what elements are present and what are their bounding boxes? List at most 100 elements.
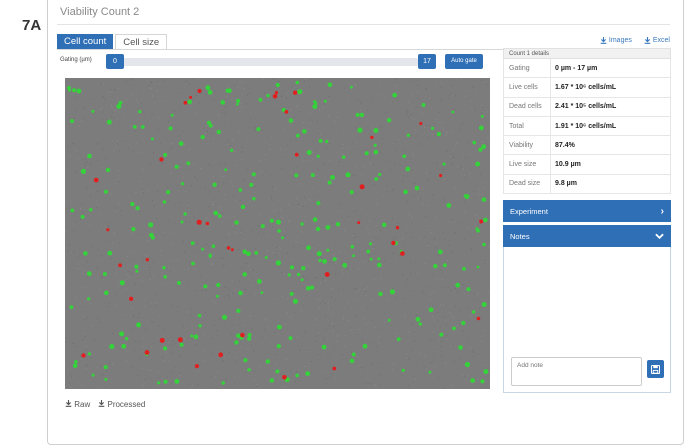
background-speckle [336,258,338,259]
live-cell-marker [316,251,322,257]
background-speckle [199,103,201,105]
gating-min-handle[interactable]: 0 [106,54,124,69]
background-speckle [161,272,163,274]
live-cell-marker [312,217,318,222]
gating-slider-track[interactable] [108,58,418,66]
live-cell-marker [190,241,195,246]
live-cell-marker [269,218,274,223]
background-speckle [183,144,185,146]
live-cell-marker [306,286,311,291]
background-speckle [359,365,361,367]
background-speckle [456,142,458,144]
background-speckle [419,352,420,354]
background-speckle [188,83,190,85]
background-speckle [374,226,376,228]
background-speckle [210,352,212,354]
raw-download-link[interactable]: Raw [65,400,90,409]
background-speckle [367,178,369,180]
background-speckle [341,268,343,270]
background-speckle [182,240,184,242]
live-cell-marker [446,203,452,208]
tab-cell-size[interactable]: Cell size [115,34,168,50]
background-speckle [190,308,192,310]
background-speckle [445,319,447,321]
gating-max-handle[interactable]: 17 [418,54,436,69]
live-cell-marker [350,85,353,89]
background-speckle [461,374,463,376]
background-speckle [295,388,297,389]
background-speckle [107,119,108,121]
background-speckle [87,167,89,169]
background-speckle [286,97,287,99]
background-speckle [459,125,461,127]
background-speckle [302,122,304,123]
live-cell-marker [216,129,221,135]
background-speckle [214,91,216,93]
background-speckle [159,315,161,317]
background-speckle [268,144,270,146]
experiment-accordion[interactable]: Experiment › [503,200,671,223]
tab-cell-count[interactable]: Cell count [57,34,114,50]
live-cell-marker [415,316,421,322]
background-speckle [79,356,81,358]
background-speckle [284,235,286,236]
tab-bar: Cell count Cell size [57,34,168,50]
background-speckle [413,330,415,332]
live-cell-marker [281,236,285,240]
background-speckle [81,272,83,274]
live-cell-marker [208,255,212,258]
live-cell-marker [140,125,145,129]
background-speckle [79,249,81,251]
background-speckle [293,311,295,313]
background-speckle [125,314,126,316]
background-speckle [228,233,230,235]
add-note-input[interactable] [511,357,642,387]
background-speckle [92,97,94,99]
background-speckle [72,342,74,344]
background-speckle [259,160,261,162]
processed-download-link[interactable]: Processed [98,400,145,409]
background-speckle [149,272,151,274]
save-icon [651,364,660,374]
background-speckle [222,221,224,223]
background-speckle [151,81,153,83]
background-speckle [189,221,191,223]
background-speckle [105,158,107,160]
background-speckle [96,207,98,209]
dead-cell-marker [284,110,289,114]
notes-accordion[interactable]: Notes [503,225,671,248]
images-download-link[interactable]: Images [600,37,632,44]
background-speckle [281,216,283,218]
background-speckle [142,367,144,369]
background-speckle [480,340,482,342]
background-speckle [202,245,204,247]
background-speckle [113,117,115,119]
background-speckle [128,276,130,278]
excel-download-link[interactable]: Excel [644,37,670,44]
background-speckle [294,117,295,119]
background-speckle [275,354,277,356]
background-speckle [392,369,393,371]
background-speckle [487,111,489,113]
live-cell-marker [76,88,82,94]
background-speckle [161,163,163,164]
background-speckle [429,97,430,99]
save-note-button[interactable] [647,360,664,379]
background-speckle [115,146,117,148]
background-speckle [306,349,308,351]
auto-gate-button[interactable]: Auto gate [445,54,483,69]
background-speckle [411,107,413,109]
background-speckle [108,241,110,243]
live-cell-marker [247,368,251,372]
background-speckle [225,361,227,363]
dead-cell-marker [294,152,299,157]
live-cell-marker [364,151,369,156]
background-speckle [131,125,132,127]
background-speckle [296,198,298,200]
dead-cell-marker [128,296,134,301]
background-speckle [201,357,203,359]
background-speckle [204,360,206,362]
background-speckle [227,139,229,141]
background-speckle [460,79,462,81]
background-speckle [319,275,321,277]
